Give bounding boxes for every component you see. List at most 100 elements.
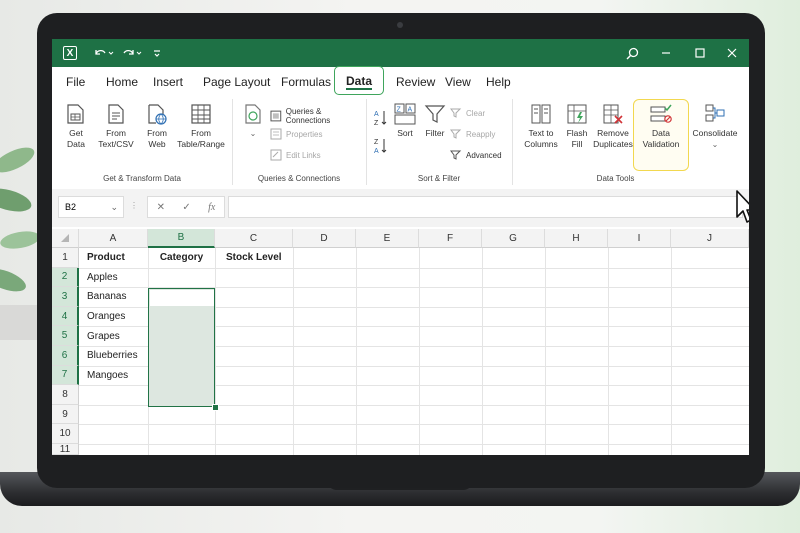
svg-text:A: A — [374, 148, 379, 155]
edit-links-button[interactable]: Edit Links — [270, 149, 321, 161]
column-header-i[interactable]: I — [608, 229, 671, 248]
tab-data[interactable]: Data — [334, 66, 385, 95]
group-label-queries: Queries & Connections — [257, 174, 341, 183]
row-header-5[interactable]: 5 — [52, 326, 79, 346]
camera-icon — [397, 22, 403, 28]
enter-icon[interactable]: ✓ — [182, 202, 190, 213]
cell-b1[interactable]: Category — [148, 248, 215, 268]
sort-button[interactable]: ZA Sort — [392, 103, 418, 139]
from-table-range-label: From Table/Range — [177, 128, 225, 149]
row-header-10[interactable]: 10 — [52, 424, 79, 444]
clear-button[interactable]: Clear — [450, 107, 485, 119]
insert-function-icon[interactable]: fx — [208, 202, 215, 213]
row-header-3[interactable]: 3 — [52, 287, 79, 307]
redo-icon[interactable] — [118, 39, 146, 67]
edit-links-label: Edit Links — [286, 150, 321, 160]
group-sort-filter: AZ ZA ZA Sort Filter Clear Reapply Advan… — [366, 99, 513, 185]
properties-icon — [270, 128, 282, 140]
consolidate-button[interactable]: Consolidate ⌄ — [690, 103, 740, 150]
excel-logo-icon: X — [62, 39, 78, 67]
column-header-j[interactable]: J — [671, 229, 749, 248]
consolidate-label: Consolidate — [692, 128, 738, 138]
column-header-e[interactable]: E — [356, 229, 419, 248]
advanced-button[interactable]: Advanced — [450, 149, 502, 161]
tab-review[interactable]: Review — [396, 67, 435, 97]
cell-a5[interactable]: Grapes — [87, 326, 120, 346]
svg-text:A: A — [374, 111, 379, 118]
maximize-icon[interactable] — [690, 39, 710, 67]
row-header-4[interactable]: 4 — [52, 306, 79, 327]
mouse-pointer-icon — [736, 190, 749, 223]
column-header-d[interactable]: D — [293, 229, 356, 248]
tab-insert[interactable]: Insert — [153, 67, 183, 97]
tab-page-layout[interactable]: Page Layout — [203, 67, 270, 97]
search-icon[interactable] — [622, 39, 642, 67]
reapply-button[interactable]: Reapply — [450, 128, 495, 140]
from-table-range-button[interactable]: From Table/Range — [176, 103, 226, 150]
row-header-8[interactable]: 8 — [52, 385, 79, 405]
cell-a6[interactable]: Blueberries — [87, 346, 138, 366]
column-header-c[interactable]: C — [215, 229, 293, 248]
cell-a7[interactable]: Mangoes — [87, 366, 128, 386]
data-validation-button[interactable]: Data Validation — [638, 103, 684, 150]
row-header-11[interactable]: 11 — [52, 444, 79, 455]
column-header-b[interactable]: B — [148, 229, 215, 248]
name-box[interactable]: B2 ⌄ — [58, 196, 124, 218]
from-web-button[interactable]: From Web — [140, 103, 174, 150]
sort-az-button[interactable]: AZ — [374, 109, 388, 127]
column-header-g[interactable]: G — [482, 229, 545, 248]
customize-toolbar-icon[interactable] — [150, 39, 164, 67]
sort-za-button[interactable]: ZA — [374, 137, 388, 155]
cell-a4[interactable]: Oranges — [87, 307, 125, 327]
undo-icon[interactable] — [90, 39, 118, 67]
text-to-columns-button[interactable]: Text to Columns — [520, 103, 562, 150]
cancel-icon[interactable]: ✕ — [157, 202, 165, 213]
filter-button[interactable]: Filter — [422, 103, 448, 139]
clear-filter-icon — [450, 108, 462, 118]
row-header-9[interactable]: 9 — [52, 404, 79, 425]
minimize-icon[interactable] — [656, 39, 676, 67]
cell-a2[interactable]: Apples — [87, 268, 118, 288]
advanced-label: Advanced — [466, 150, 502, 160]
queries-connections-label: Queries & Connections — [285, 107, 331, 125]
tab-file[interactable]: File — [66, 67, 85, 97]
close-icon[interactable] — [722, 39, 742, 67]
remove-duplicates-label: Remove Duplicates — [593, 128, 633, 149]
gridline — [79, 444, 749, 445]
tab-formulas[interactable]: Formulas — [281, 67, 331, 97]
queries-connections-button[interactable]: Queries & Connections — [270, 107, 366, 125]
flash-fill-button[interactable]: Flash Fill — [564, 103, 590, 150]
clear-label: Clear — [466, 108, 486, 118]
fill-handle[interactable] — [212, 403, 219, 411]
row-header-7[interactable]: 7 — [52, 365, 79, 386]
sort-za-icon: ZA — [374, 139, 387, 155]
active-cell-b2[interactable] — [149, 289, 214, 307]
column-header-h[interactable]: H — [545, 229, 608, 248]
tab-home[interactable]: Home — [106, 67, 138, 97]
consolidate-dropdown-icon[interactable]: ⌄ — [712, 139, 719, 150]
row-header-6[interactable]: 6 — [52, 346, 79, 366]
get-data-label: Get Data — [67, 128, 85, 149]
cell-c1[interactable]: Stock Level — [226, 248, 282, 268]
reapply-icon — [450, 129, 462, 139]
tab-data-label: Data — [346, 73, 373, 88]
tab-view[interactable]: View — [445, 67, 471, 97]
row-header-2[interactable]: 2 — [52, 267, 79, 288]
ribbon: Get Data From Text/CSV From Web From Tab… — [52, 97, 749, 190]
group-data-tools: Text to Columns Flash Fill Remove Duplic… — [512, 99, 749, 185]
from-text-csv-button[interactable]: From Text/CSV — [96, 103, 136, 150]
row-header-1[interactable]: 1 — [52, 248, 79, 268]
formula-input[interactable] — [228, 196, 743, 218]
properties-button[interactable]: Properties — [270, 128, 322, 140]
cell-a1[interactable]: Product — [87, 248, 125, 268]
tab-help[interactable]: Help — [486, 67, 511, 97]
refresh-all-button[interactable]: ⌄ — [242, 103, 264, 139]
column-header-f[interactable]: F — [419, 229, 482, 248]
column-header-a[interactable]: A — [79, 229, 148, 248]
select-all-corner[interactable] — [52, 229, 79, 248]
name-box-dropdown-icon[interactable]: ⌄ — [110, 202, 118, 213]
get-data-button[interactable]: Get Data — [60, 103, 92, 150]
remove-duplicates-button[interactable]: Remove Duplicates — [592, 103, 634, 150]
refresh-dropdown-icon[interactable]: ⌄ — [250, 128, 257, 139]
cell-a3[interactable]: Bananas — [87, 287, 126, 307]
